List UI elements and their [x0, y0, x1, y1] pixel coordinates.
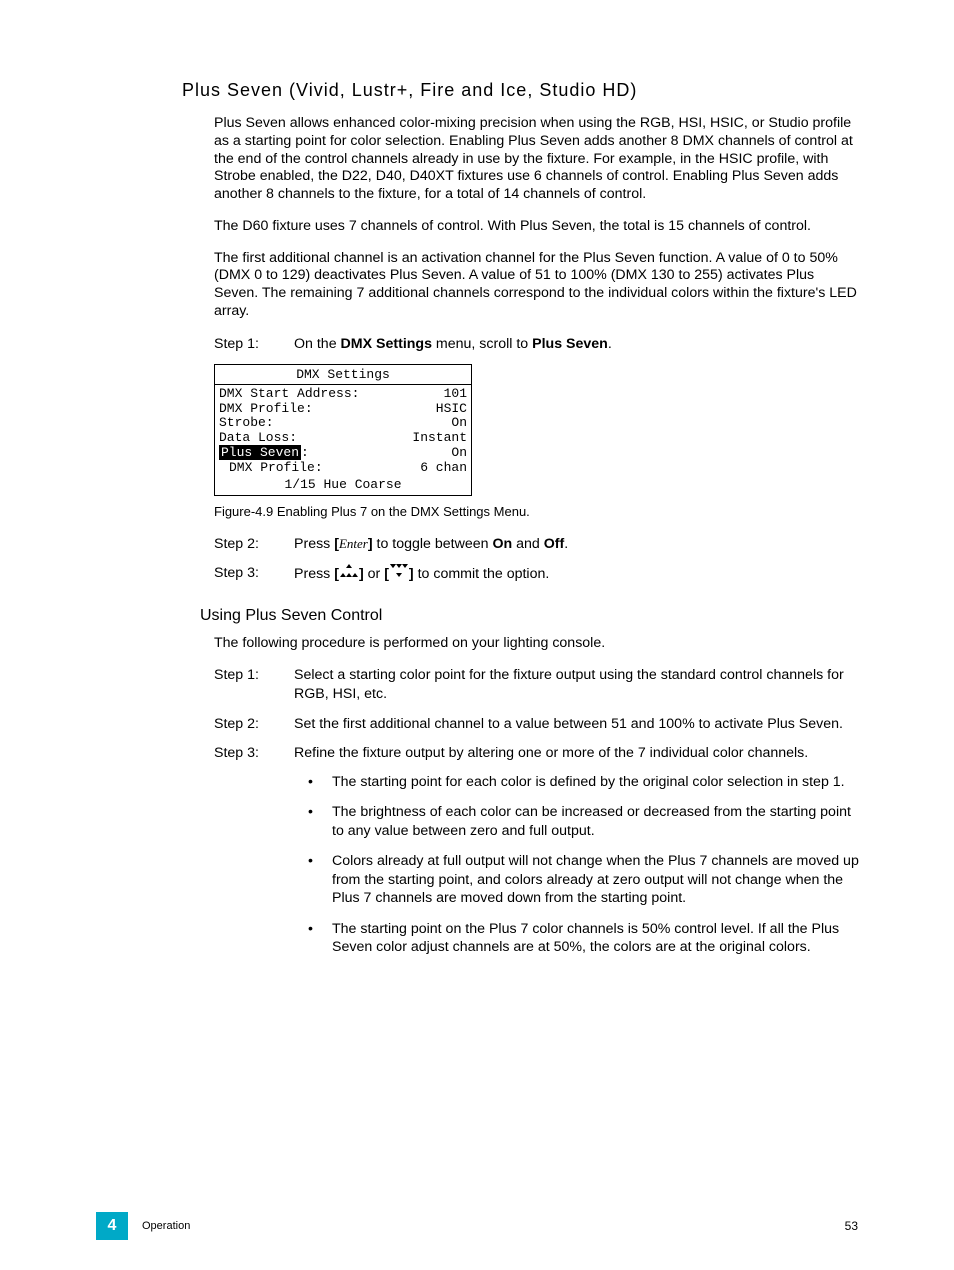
up-nav-icon — [339, 564, 359, 584]
text: Press — [294, 566, 334, 582]
text: or — [364, 566, 385, 582]
text: to toggle between — [373, 536, 493, 552]
text: to commit the option. — [414, 566, 550, 582]
dmx-settings-box: DMX Settings DMX Start Address:101DMX Pr… — [214, 364, 472, 497]
list-item: The brightness of each color can be incr… — [302, 803, 862, 840]
section-title: Plus Seven (Vivid, Lustr+, Fire and Ice,… — [182, 80, 862, 101]
text: On the — [294, 336, 341, 352]
step-label: Step 1: — [214, 666, 294, 704]
step-body: Select a starting color point for the fi… — [294, 666, 862, 704]
step-body: Press [Enter] to toggle between On and O… — [294, 535, 862, 554]
bullet-list: The starting point for each color is def… — [302, 773, 862, 957]
text: . — [608, 336, 612, 352]
step-label: Step 2: — [214, 535, 294, 554]
bold: Off — [544, 536, 565, 552]
paragraph: The D60 fixture uses 7 channels of contr… — [214, 218, 862, 236]
step-body: On the DMX Settings menu, scroll to Plus… — [294, 335, 862, 354]
text: and — [512, 536, 544, 552]
step-body: Press [] or [] to commit the option. — [294, 564, 862, 584]
dmx-row: Data Loss:Instant — [219, 431, 467, 446]
step-2b: Step 2: Set the first additional channel… — [214, 715, 862, 734]
bold: DMX Settings — [341, 336, 432, 352]
step-1b: Step 1: Select a starting color point fo… — [214, 666, 862, 704]
subheading: Using Plus Seven Control — [200, 607, 862, 625]
step-label: Step 2: — [214, 715, 294, 734]
paragraph: Plus Seven allows enhanced color-mixing … — [214, 115, 862, 204]
text: Press — [294, 536, 334, 552]
dmx-footer: 1/15 Hue Coarse — [219, 478, 467, 493]
paragraph: The first additional channel is an activ… — [214, 250, 862, 321]
figure-caption: Figure-4.9 Enabling Plus 7 on the DMX Se… — [214, 504, 862, 519]
list-item: The starting point on the Plus 7 color c… — [302, 920, 862, 957]
step-label: Step 3: — [214, 744, 294, 763]
page-footer: 4 Operation 53 — [0, 1212, 954, 1240]
step-3a: Step 3: Press [] or [] to commit the opt… — [214, 564, 862, 584]
dmx-row: Plus Seven:On — [219, 446, 467, 461]
step-3b: Step 3: Refine the fixture output by alt… — [214, 744, 862, 763]
bold: On — [492, 536, 512, 552]
step-1a: Step 1: On the DMX Settings menu, scroll… — [214, 335, 862, 354]
bold: Plus Seven — [532, 336, 608, 352]
list-item: Colors already at full output will not c… — [302, 852, 862, 907]
page-content: Plus Seven (Vivid, Lustr+, Fire and Ice,… — [182, 80, 862, 969]
chapter-badge: 4 — [96, 1212, 128, 1240]
dmx-row: Strobe:On — [219, 416, 467, 431]
page-number: 53 — [845, 1219, 858, 1233]
step-body: Refine the fixture output by altering on… — [294, 744, 862, 763]
step-body: Set the first additional channel to a va… — [294, 715, 862, 734]
list-item: The starting point for each color is def… — [302, 773, 862, 791]
footer-text: Operation — [142, 1220, 845, 1232]
text: menu, scroll to — [432, 336, 532, 352]
enter-icon: Enter — [339, 536, 368, 551]
step-2a: Step 2: Press [Enter] to toggle between … — [214, 535, 862, 554]
down-nav-icon — [389, 564, 409, 584]
step-label: Step 1: — [214, 335, 294, 354]
paragraph: The following procedure is performed on … — [214, 635, 862, 653]
text: . — [564, 536, 568, 552]
dmx-row: DMX Profile:HSIC — [219, 402, 467, 417]
dmx-row: DMX Profile:6 chan — [219, 461, 467, 476]
step-label: Step 3: — [214, 564, 294, 584]
dmx-title: DMX Settings — [215, 367, 471, 385]
dmx-row: DMX Start Address:101 — [219, 387, 467, 402]
